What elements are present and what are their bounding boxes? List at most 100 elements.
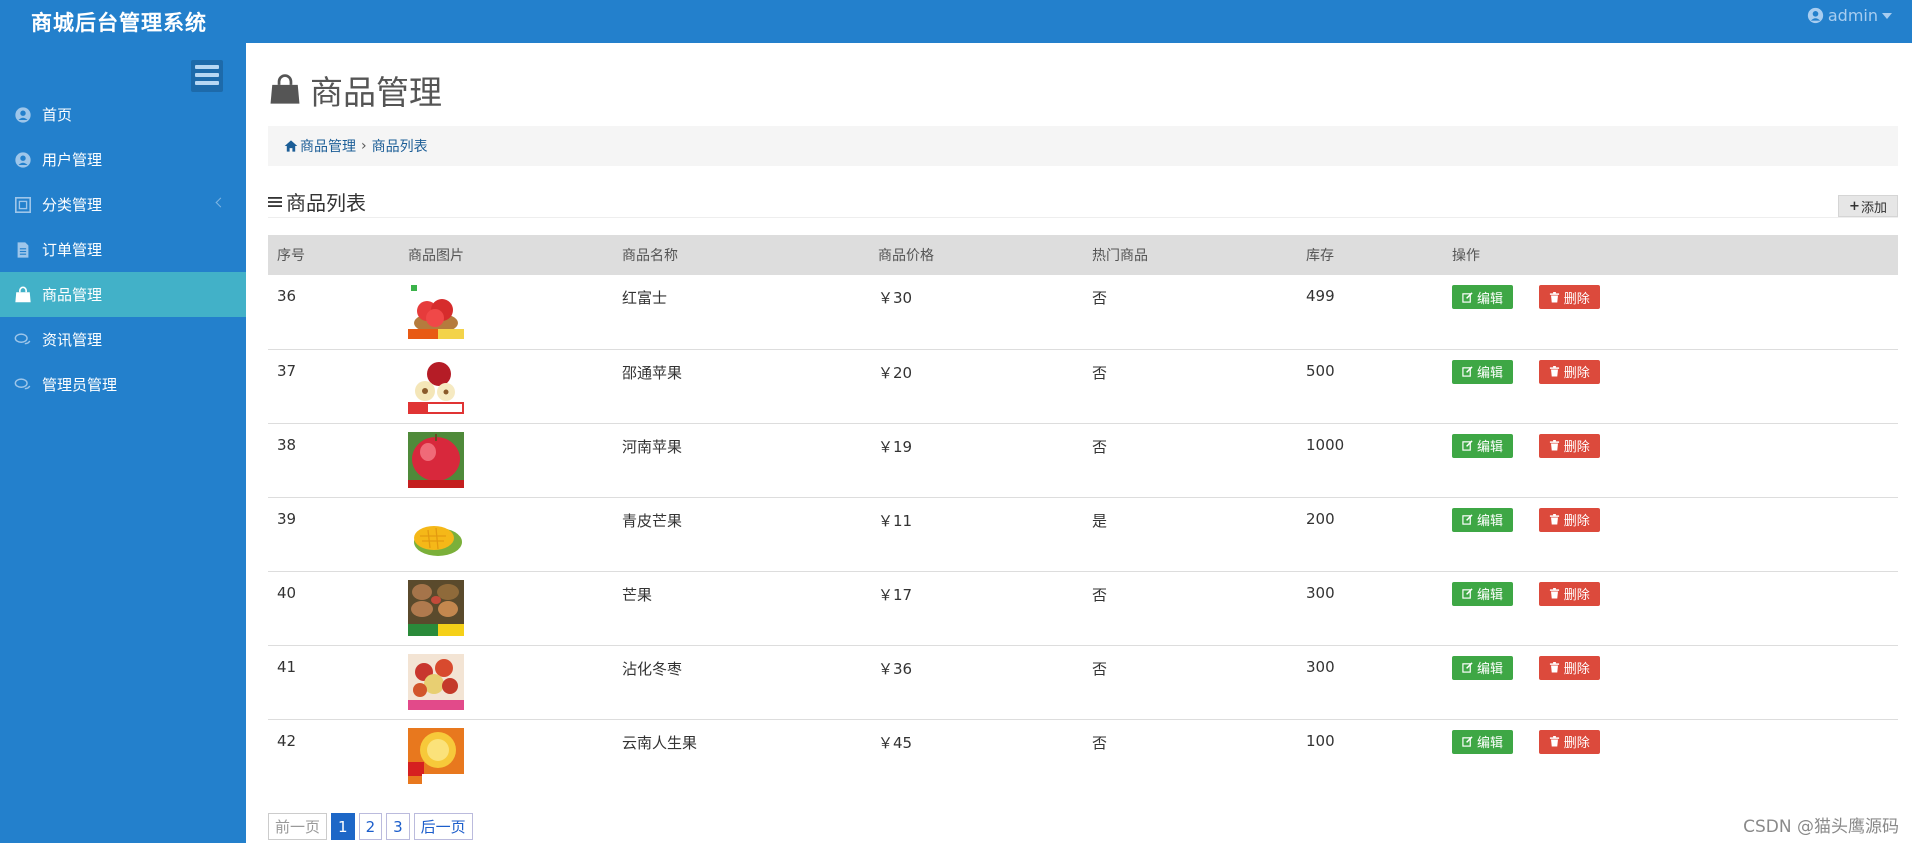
sidebar: 首页 用户管理 分类管理 订单管理 商品管理 资讯管理 管理员管理 [0,43,246,843]
trash-icon [1549,366,1559,377]
table-header-row: 序号 商品图片 商品名称 商品价格 热门商品 库存 操作 [268,235,1898,275]
breadcrumb-current[interactable]: 商品列表 [372,136,428,156]
row-actions: 编辑 删除 [1443,719,1898,793]
add-product-button[interactable]: + 添加 [1838,195,1898,217]
delete-button[interactable]: 删除 [1538,581,1600,606]
product-name: 红富士 [622,289,668,307]
top-navbar: 商城后台管理系统 admin [0,0,1912,43]
edit-label: 编辑 [1477,514,1504,529]
section-title: 商品列表 [268,187,366,216]
product-image [408,505,464,562]
trash-icon [1549,662,1559,673]
row-id: 36 [277,287,297,305]
chevron-down-icon [1882,12,1892,19]
product-image [408,727,464,784]
sidebar-item-products[interactable]: 商品管理 [0,272,246,317]
product-name: 沾化冬枣 [622,659,683,678]
sidebar-toggle-button[interactable] [191,60,223,92]
product-name: 河南苹果 [622,437,683,456]
edit-button[interactable]: 编辑 [1452,581,1514,606]
row-actions: 编辑 删除 [1443,571,1898,645]
product-name: 邵通苹果 [622,363,683,382]
breadcrumb-separator: › [361,138,367,154]
delete-button[interactable]: 删除 [1538,433,1600,458]
user-circle-icon [15,106,31,123]
product-image [408,283,464,339]
column-header: 热门商品 [1092,248,1148,264]
app-title: 商城后台管理系统 [31,11,207,35]
next-page-button[interactable]: 后一页 [413,813,473,840]
edit-button[interactable]: 编辑 [1452,359,1514,384]
stock: 499 [1306,287,1335,305]
edit-button[interactable]: 编辑 [1452,655,1514,680]
product-image [408,653,464,710]
column-header: 商品图片 [408,248,464,264]
delete-label: 删除 [1563,514,1590,529]
sidebar-item-label: 商品管理 [42,286,103,304]
table-row: 41 沾化冬枣 ￥36 否 300 编辑 删除 [268,645,1898,719]
column-header: 序号 [277,248,305,264]
edit-icon [1462,588,1473,599]
edit-button[interactable]: 编辑 [1452,729,1514,754]
product-image [408,357,464,414]
row-actions: 编辑 删除 [1443,349,1898,423]
delete-button[interactable]: 删除 [1538,285,1600,309]
product-price: ￥36 [878,659,913,678]
menu-bar-icon [195,65,219,69]
product-price: ￥11 [878,511,913,530]
row-id: 40 [277,583,297,602]
home-icon [284,140,298,152]
stock: 500 [1306,361,1335,380]
breadcrumb-link-products[interactable]: 商品管理 [300,136,356,156]
hot-flag: 是 [1092,511,1108,530]
username: admin [1827,6,1878,25]
edit-label: 编辑 [1477,736,1504,751]
hot-flag: 否 [1092,363,1108,382]
stock: 300 [1306,583,1335,602]
delete-button[interactable]: 删除 [1538,655,1600,680]
sidebar-item-categories[interactable]: 分类管理 [0,182,246,227]
stock: 300 [1306,657,1335,676]
edit-label: 编辑 [1477,366,1504,381]
delete-button[interactable]: 删除 [1538,507,1600,532]
table-row: 39 青皮芒果 ￥11 是 200 编辑 删除 [268,497,1898,571]
hot-flag: 否 [1092,289,1108,307]
main-content: 商品管理 商品管理 › 商品列表 商品列表 + 添加 序号 商品图片 商品名称 … [246,43,1912,843]
page-button-3[interactable]: 3 [386,813,410,840]
product-table: 序号 商品图片 商品名称 商品价格 热门商品 库存 操作 36 红富士 ￥30 … [268,235,1898,793]
delete-label: 删除 [1563,662,1590,677]
edit-button[interactable]: 编辑 [1452,507,1514,532]
delete-button[interactable]: 删除 [1538,729,1600,754]
sidebar-item-news[interactable]: 资讯管理 [0,317,246,362]
prev-page-button[interactable]: 前一页 [268,813,328,840]
table-row: 37 邵通苹果 ￥20 否 500 编辑 删除 [268,349,1898,423]
menu-bar-icon [195,81,219,85]
page-button-2[interactable]: 2 [358,813,383,840]
page-button-1[interactable]: 1 [331,813,355,840]
edit-icon [1462,291,1473,303]
sidebar-item-label: 资讯管理 [42,331,103,349]
user-menu[interactable]: admin [1807,6,1892,25]
trash-icon [1549,291,1559,303]
edit-button[interactable]: 编辑 [1452,285,1514,309]
row-actions: 编辑 删除 [1443,645,1898,719]
edit-label: 编辑 [1477,662,1504,677]
row-id: 37 [277,361,297,380]
delete-label: 删除 [1563,736,1590,751]
column-header: 商品价格 [878,248,934,264]
hot-flag: 否 [1092,733,1108,752]
user-circle-icon [15,151,31,168]
delete-button[interactable]: 删除 [1538,359,1600,384]
stock: 200 [1306,509,1335,528]
column-header: 商品名称 [622,248,678,264]
category-icon [14,196,32,213]
sidebar-item-users[interactable]: 用户管理 [0,137,246,182]
row-id: 41 [277,657,297,676]
trash-icon [1549,588,1559,599]
column-header: 操作 [1452,248,1480,264]
hot-flag: 否 [1092,585,1108,604]
sidebar-item-orders[interactable]: 订单管理 [0,227,246,272]
edit-button[interactable]: 编辑 [1452,433,1514,458]
sidebar-item-admins[interactable]: 管理员管理 [0,362,246,407]
sidebar-item-home[interactable]: 首页 [0,92,246,137]
